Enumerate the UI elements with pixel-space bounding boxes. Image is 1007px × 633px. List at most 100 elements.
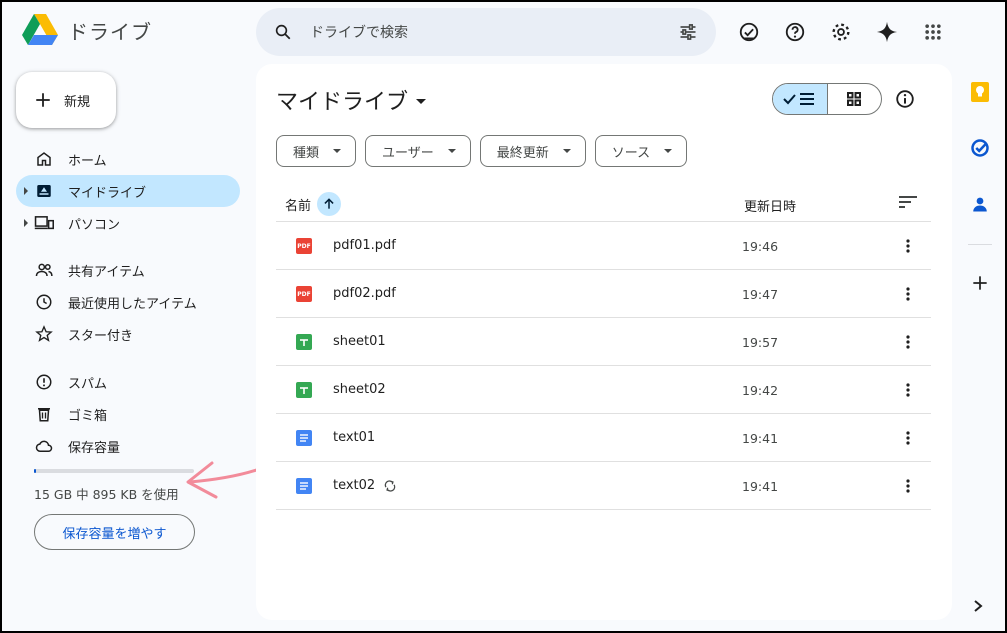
keep-icon[interactable]	[964, 76, 996, 108]
sidebar-item-computers[interactable]: パソコン	[16, 207, 240, 239]
table-row[interactable]: PDF pdf01.pdf 19:46	[276, 222, 931, 270]
pdf-badge: PDF	[297, 290, 311, 298]
more-vert-icon[interactable]	[898, 380, 918, 400]
help-icon[interactable]	[781, 18, 809, 46]
file-name-text: text02	[333, 478, 376, 493]
expand-caret-icon[interactable]	[24, 187, 28, 195]
cloud-icon	[34, 436, 54, 456]
file-name: pdf01.pdf	[333, 238, 396, 253]
spam-icon	[34, 372, 54, 392]
offline-ready-icon[interactable]	[735, 18, 763, 46]
search-input[interactable]: ドライブで検索	[310, 22, 678, 42]
table-row[interactable]: text02 19:41	[276, 462, 931, 510]
page-title: マイドライブ	[276, 90, 409, 115]
more-vert-icon[interactable]	[898, 428, 918, 448]
sidebar-item-recent[interactable]: 最近使用したアイテム	[16, 286, 240, 318]
sidebar-item-label: スパム	[68, 376, 108, 392]
drive-logo[interactable]: ドライブ	[22, 14, 152, 46]
pdf-badge: PDF	[297, 242, 311, 250]
info-icon[interactable]	[894, 88, 916, 114]
filter-chips: 種類 ユーザー 最終更新 ソース	[276, 135, 688, 167]
search-bar[interactable]: ドライブで検索	[256, 8, 716, 56]
chip-label: ソース	[611, 145, 651, 161]
table-row[interactable]: PDF pdf02.pdf 19:47	[276, 270, 931, 318]
add-icon[interactable]	[964, 267, 996, 299]
file-name: text01	[333, 430, 375, 445]
filter-chip-type[interactable]: 種類	[276, 135, 357, 167]
sort-arrow-up-icon[interactable]	[317, 192, 342, 216]
sidebar-item-home[interactable]: ホーム	[16, 143, 240, 175]
table-row[interactable]: sheet01 19:57	[276, 318, 931, 366]
more-vert-icon[interactable]	[898, 236, 918, 256]
chevron-down-icon	[416, 98, 427, 104]
sidebar-item-label: パソコン	[68, 217, 121, 233]
sheets-file-icon	[296, 334, 312, 350]
rail-divider	[968, 244, 992, 245]
file-name-text: pdf01.pdf	[333, 238, 396, 253]
search-options-icon[interactable]	[678, 22, 698, 42]
file-modified: 19:47	[742, 287, 779, 302]
tasks-icon[interactable]	[964, 132, 996, 164]
expand-caret-icon[interactable]	[24, 219, 28, 227]
grid-icon	[847, 92, 862, 106]
expand-icon[interactable]	[972, 598, 984, 617]
more-vert-icon[interactable]	[898, 476, 918, 496]
docs-file-icon	[296, 430, 312, 446]
drive-logo-icon	[22, 14, 58, 45]
column-header-modified[interactable]: 更新日時	[744, 196, 796, 215]
chevron-down-icon	[664, 149, 673, 153]
table-row[interactable]: text01 19:41	[276, 414, 931, 462]
file-name-text: sheet02	[333, 382, 386, 397]
contacts-icon[interactable]	[964, 188, 996, 220]
gemini-icon[interactable]	[873, 18, 901, 46]
file-modified: 19:57	[742, 335, 779, 350]
sidebar-item-spam[interactable]: スパム	[16, 366, 240, 398]
docs-file-icon	[296, 478, 312, 494]
file-modified: 19:41	[742, 431, 779, 446]
file-name: pdf02.pdf	[333, 286, 396, 301]
file-name: sheet02	[333, 382, 386, 397]
file-modified: 19:42	[742, 383, 779, 398]
file-name: text02	[333, 478, 397, 493]
my-drive-icon	[34, 181, 54, 201]
table-row[interactable]: sheet02 19:42	[276, 366, 931, 414]
chevron-down-icon	[562, 149, 571, 153]
app-title: ドライブ	[68, 19, 152, 44]
chip-label: 種類	[293, 145, 320, 161]
chevron-down-icon	[333, 149, 342, 153]
sheets-file-icon	[296, 382, 312, 398]
list-view-button[interactable]	[773, 84, 828, 114]
filter-chip-people[interactable]: ユーザー	[365, 135, 471, 167]
sidebar-item-label: スター付き	[68, 328, 134, 344]
home-icon	[34, 149, 54, 169]
sidebar-item-label: ホーム	[68, 153, 107, 169]
sidebar-item-my-drive[interactable]: マイドライブ	[16, 175, 240, 207]
sidebar-nav-primary: ホーム マイドライブ パソコン	[16, 143, 240, 239]
settings-icon[interactable]	[827, 18, 855, 46]
sidebar-item-label: 共有アイテム	[68, 264, 145, 280]
more-vert-icon[interactable]	[898, 332, 918, 352]
grid-view-button[interactable]	[828, 84, 882, 114]
more-vert-icon[interactable]	[898, 284, 918, 304]
column-header-name[interactable]: 名前	[285, 192, 342, 216]
file-modified: 19:46	[742, 239, 779, 254]
file-list: PDF pdf01.pdf 19:46 PDF pdf02.pdf 19:47 …	[276, 222, 931, 510]
search-icon[interactable]	[274, 23, 292, 41]
apps-grid-icon[interactable]	[919, 18, 947, 46]
get-more-storage-button[interactable]: 保存容量を増やす	[34, 514, 195, 550]
people-icon	[34, 260, 54, 280]
page-title-dropdown[interactable]: マイドライブ	[276, 84, 427, 116]
chevron-down-icon	[447, 149, 456, 153]
computer-icon	[34, 213, 54, 233]
sort-options-icon[interactable]	[898, 194, 918, 214]
storage-usage-bar	[34, 469, 194, 473]
sidebar-nav-secondary: 共有アイテム 最近使用したアイテム スター付き	[16, 254, 240, 350]
filter-chip-source[interactable]: ソース	[594, 135, 688, 167]
chip-label: 最終更新	[496, 145, 549, 161]
sidebar-item-shared[interactable]: 共有アイテム	[16, 254, 240, 286]
new-button[interactable]: 新規	[16, 72, 116, 128]
sync-icon	[384, 479, 396, 492]
file-name: sheet01	[333, 334, 386, 349]
sidebar-item-starred[interactable]: スター付き	[16, 318, 240, 350]
filter-chip-modified[interactable]: 最終更新	[479, 135, 586, 167]
